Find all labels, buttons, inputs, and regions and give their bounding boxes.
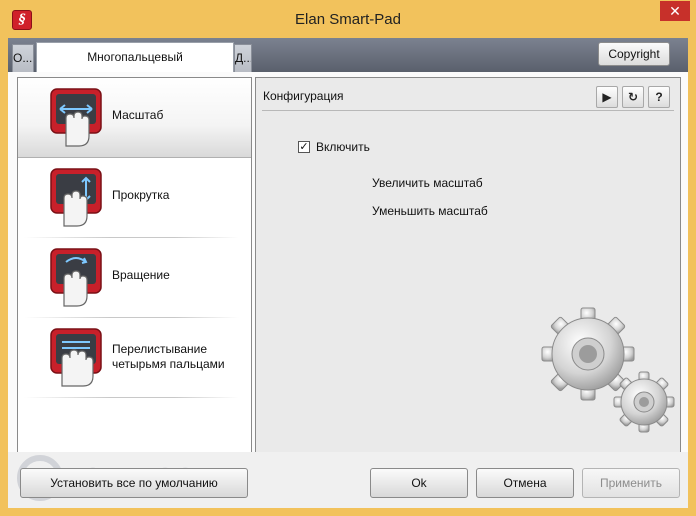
gesture-label-four-finger-line1: Перелистывание [112, 342, 207, 356]
tab-options-label: О... [13, 51, 33, 65]
client-area: О... Многопальцевый Д... Copyright Масшт… [8, 38, 688, 508]
rotate-gesture-icon [50, 248, 102, 307]
cancel-button[interactable]: Отмена [476, 468, 574, 498]
gesture-label-four-finger: Перелистывание четырьмя пальцами [112, 342, 225, 372]
zoom-gesture-icon [50, 88, 102, 147]
tab-options[interactable]: О... [12, 44, 34, 72]
option-zoom-in: Увеличить масштаб [372, 176, 483, 190]
restore-defaults-button[interactable]: Установить все по умолчанию [20, 468, 248, 498]
configuration-panel: Конфигурация ▶ ↻ ? ✓ Включить Увеличить … [255, 77, 681, 457]
copyright-button[interactable]: Copyright [598, 42, 670, 66]
four-finger-swipe-icon [50, 328, 102, 387]
reset-button[interactable]: ↻ [622, 86, 644, 108]
gesture-label-rotate: Вращение [112, 268, 170, 282]
gears-icon [541, 307, 675, 433]
enable-label: Включить [316, 140, 370, 154]
help-button[interactable]: ? [648, 86, 670, 108]
list-divider [24, 397, 239, 398]
play-demo-button[interactable]: ▶ [596, 86, 618, 108]
window-title: Elan Smart-Pad [295, 11, 401, 28]
tab-additional[interactable]: Д... [234, 44, 252, 72]
config-divider [262, 110, 674, 111]
gesture-list: Масштаб Прокрутка Вращение Перелистывани… [17, 77, 252, 457]
gesture-item-scroll[interactable]: Прокрутка [18, 158, 251, 238]
tab-strip: О... Многопальцевый Д... Copyright [8, 38, 688, 72]
play-icon: ▶ [602, 90, 612, 104]
tab-multifinger-label: Многопальцевый [87, 50, 183, 64]
gesture-item-zoom[interactable]: Масштаб [18, 78, 251, 158]
settings-panel: Масштаб Прокрутка Вращение Перелистывани… [8, 72, 688, 457]
option-zoom-out: Уменьшить масштаб [372, 204, 488, 218]
scroll-gesture-icon [50, 168, 102, 227]
gesture-item-four-finger[interactable]: Перелистывание четырьмя пальцами [18, 318, 251, 398]
refresh-icon: ↻ [627, 90, 639, 104]
gesture-label-scroll: Прокрутка [112, 188, 170, 202]
title-bar: § Elan Smart-Pad ✕ [0, 0, 696, 38]
close-button[interactable]: ✕ [660, 1, 690, 21]
apply-button[interactable]: Применить [582, 468, 680, 498]
tab-additional-label: Д... [235, 51, 252, 65]
gesture-label-four-finger-line2: четырьмя пальцами [112, 357, 225, 371]
enable-checkbox[interactable]: ✓ [298, 141, 310, 153]
ok-button[interactable]: Ok [370, 468, 468, 498]
config-title: Конфигурация [263, 89, 344, 103]
gesture-item-rotate[interactable]: Вращение [18, 238, 251, 318]
button-bar: N NOTEBOOK Установить все по умолчанию O… [8, 452, 688, 508]
help-icon: ? [655, 90, 663, 104]
app-window: § Elan Smart-Pad ✕ О... Многопальцевый Д… [0, 0, 696, 516]
tab-multifinger[interactable]: Многопальцевый [36, 42, 234, 72]
gesture-label-zoom: Масштаб [112, 108, 164, 122]
